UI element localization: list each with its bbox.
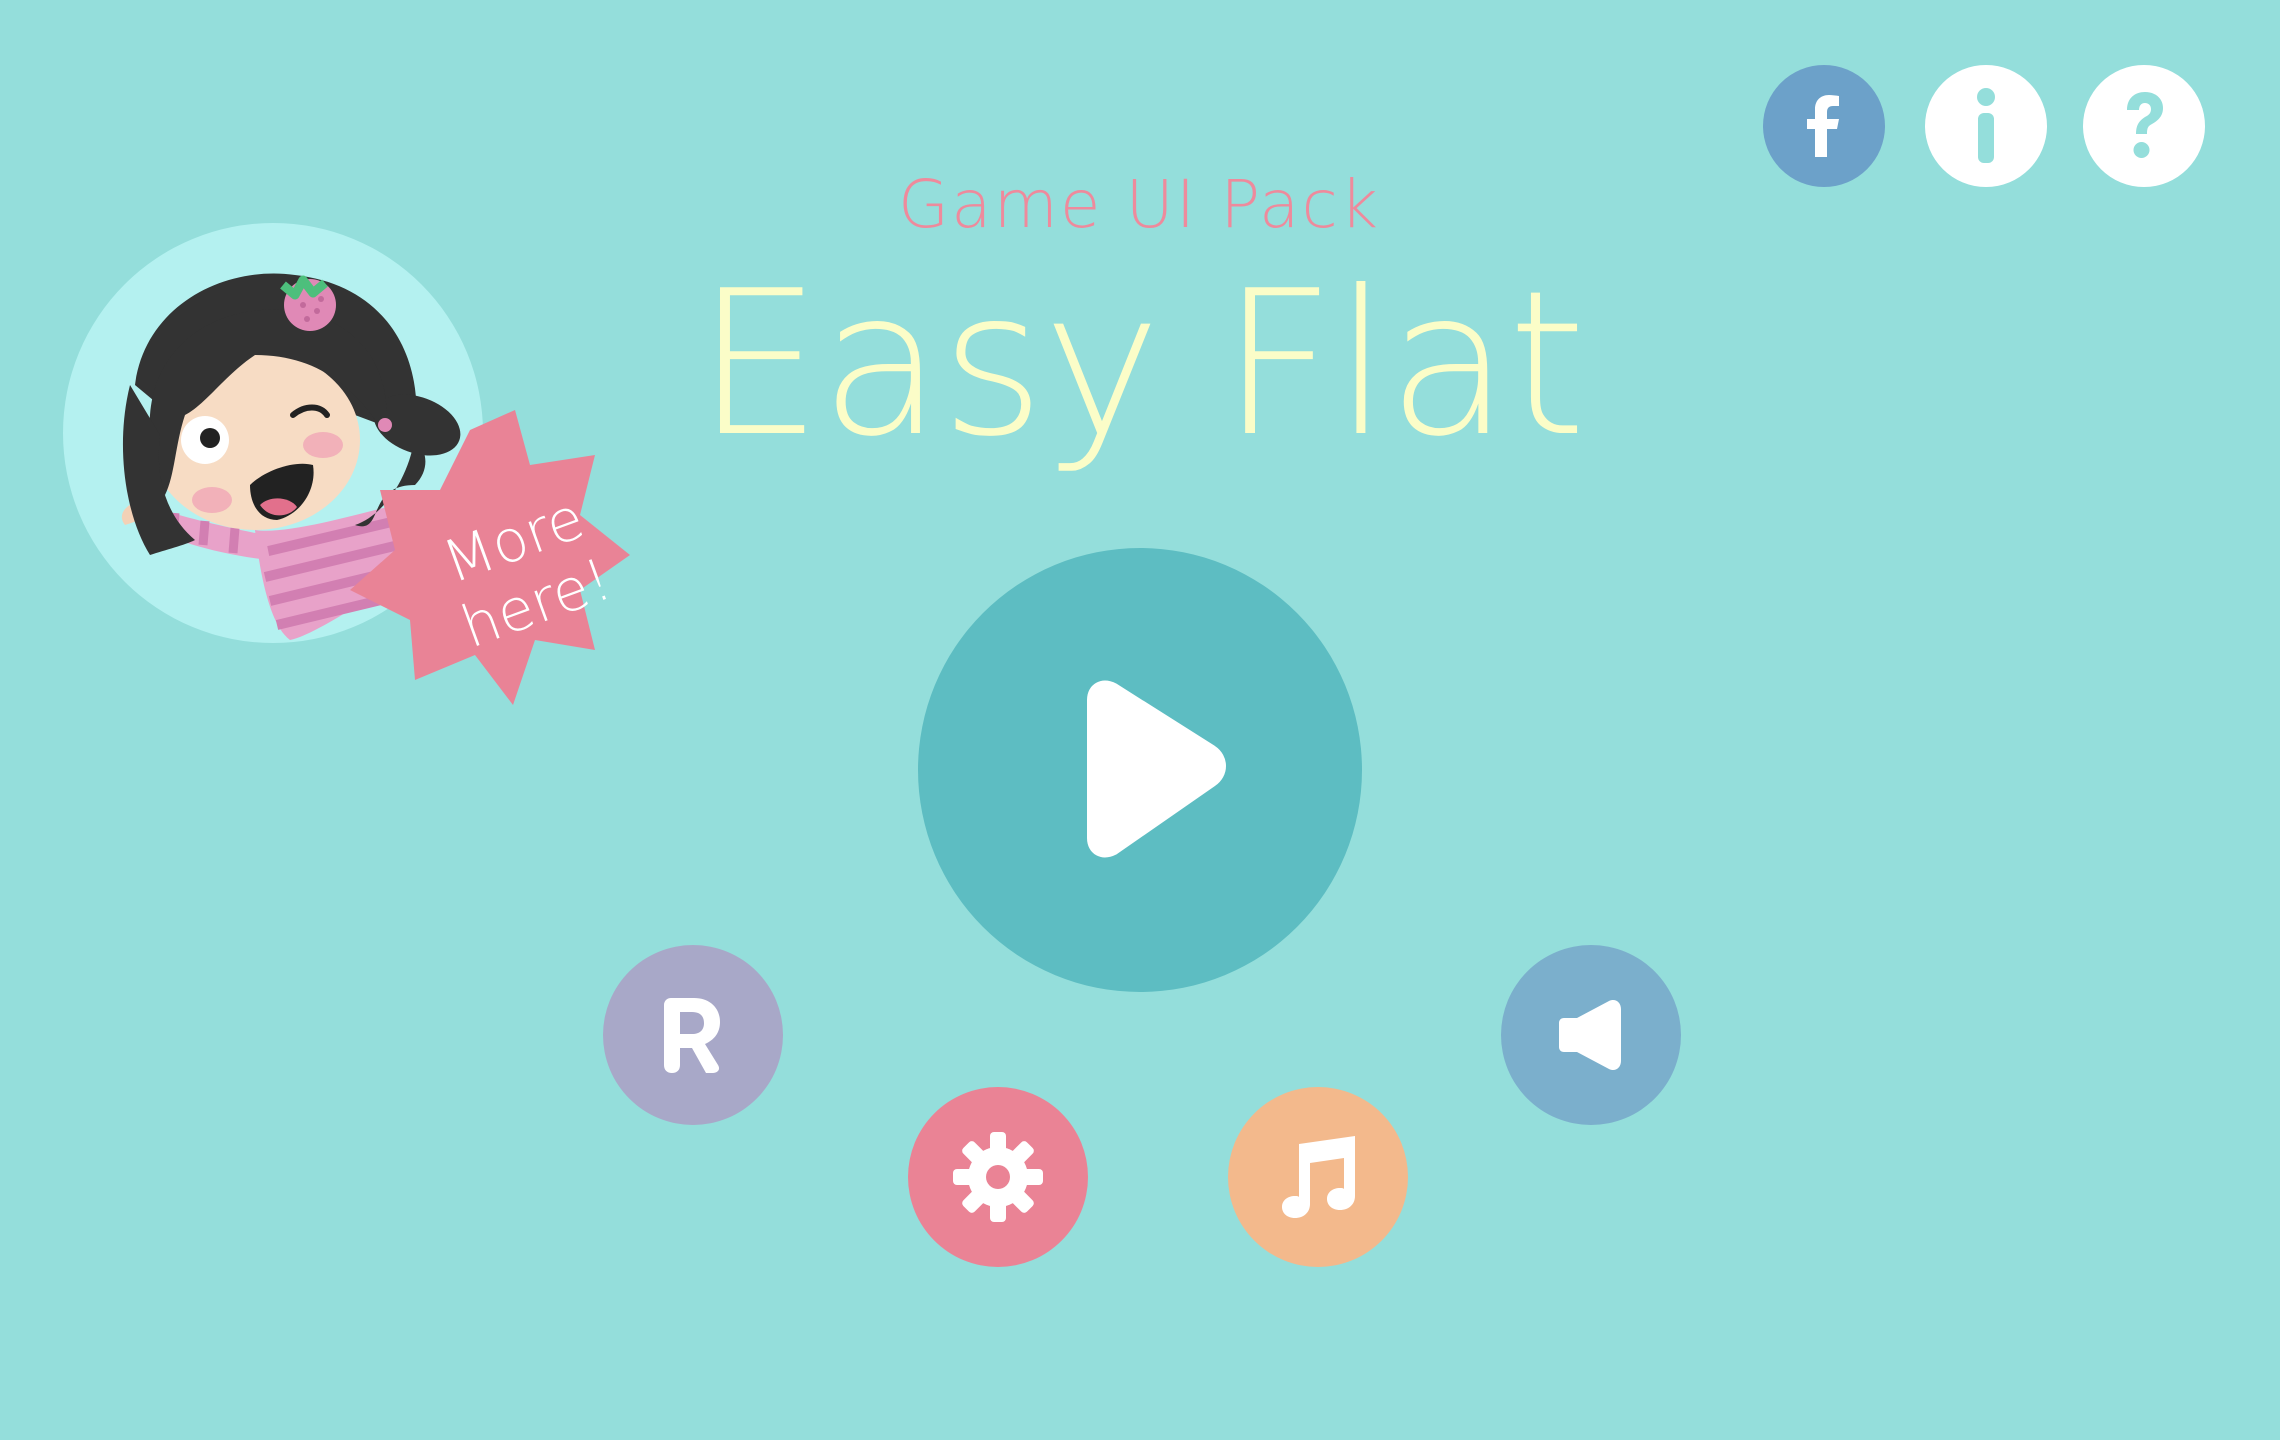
music-note-icon (1282, 1136, 1355, 1218)
facebook-icon (1807, 95, 1839, 157)
character-promo[interactable]: More here! (55, 215, 715, 755)
help-icon (2127, 92, 2163, 158)
main-menu-screen: Game UI Pack Easy Flat More here! (0, 0, 2280, 1440)
rate-button[interactable] (603, 945, 783, 1125)
rate-icon (664, 998, 720, 1073)
speaker-icon (1559, 999, 1621, 1071)
info-icon (1977, 88, 1995, 163)
play-icon (1087, 680, 1226, 858)
settings-button[interactable] (908, 1087, 1088, 1267)
play-button[interactable] (918, 548, 1362, 992)
music-button[interactable] (1228, 1087, 1408, 1267)
sound-button[interactable] (1501, 945, 1681, 1125)
gear-icon (953, 1132, 1043, 1222)
